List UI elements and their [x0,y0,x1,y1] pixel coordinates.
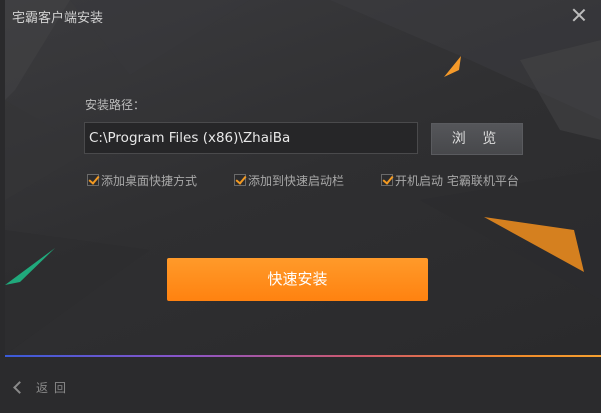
desktop-shortcut-checkbox[interactable]: 添加桌面快捷方式 [87,172,197,188]
gradient-divider [5,355,601,357]
quick-launch-checkbox[interactable]: 添加到快速启动栏 [234,172,344,188]
install-path-label: 安装路径： [85,98,146,112]
back-label: 返回 [36,380,73,395]
browse-button[interactable]: 浏 览 [431,123,523,155]
close-icon[interactable] [569,5,589,25]
back-button[interactable]: 返回 [12,379,72,395]
checkbox-checked-icon[interactable] [234,174,246,186]
checkbox-checked-icon[interactable] [381,174,393,186]
footer-bar [0,357,601,413]
install-path-input[interactable] [84,122,418,154]
title-bar[interactable]: 宅霸客户端安装 [0,0,601,34]
window-title: 宅霸客户端安装 [12,11,104,26]
checkbox-label: 开机启动 宅霸联机平台 [395,173,519,188]
checkbox-label: 添加到快速启动栏 [248,173,345,188]
chevron-left-icon [13,380,26,394]
checkbox-checked-icon[interactable] [87,174,99,186]
installer-window: 宅霸客户端安装 安装路径： 浏 览 添加桌面快捷方式 添加到快速启动栏 开机启动… [0,0,601,413]
background-decoration [5,0,601,355]
startup-checkbox[interactable]: 开机启动 宅霸联机平台 [381,172,519,188]
window-left-edge [0,0,5,413]
checkbox-label: 添加桌面快捷方式 [101,173,198,188]
quick-install-button[interactable]: 快速安装 [167,258,428,301]
